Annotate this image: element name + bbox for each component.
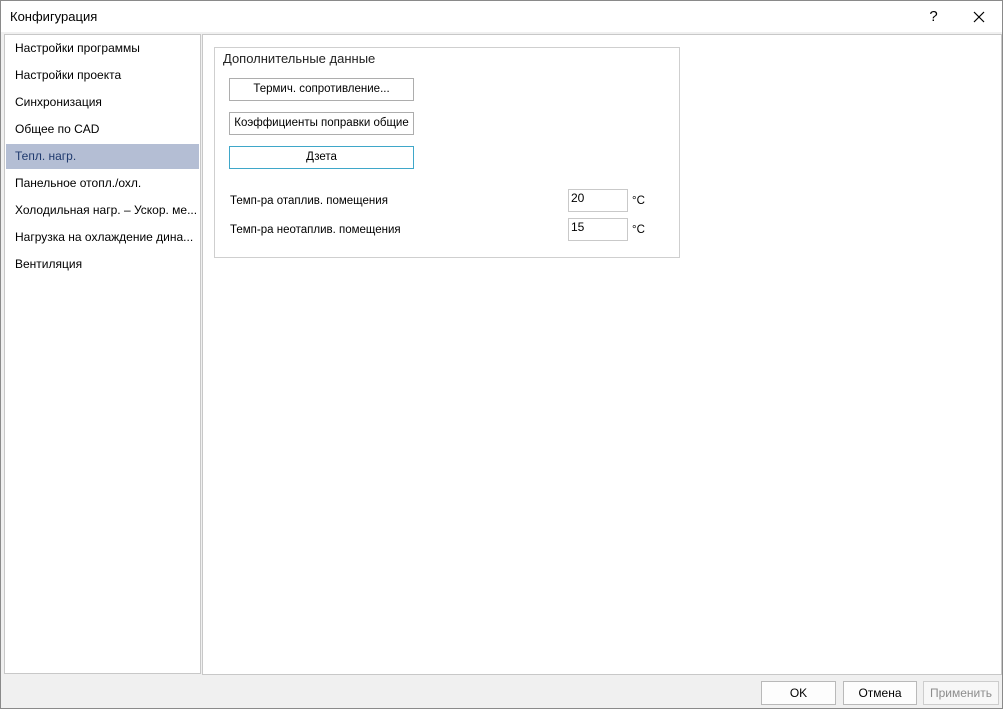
heated-room-temp-unit: °C bbox=[632, 195, 645, 207]
sidebar-item-project-settings[interactable]: Настройки проекта bbox=[6, 63, 199, 88]
sidebar: Настройки программы Настройки проекта Си… bbox=[4, 34, 201, 674]
zeta-button[interactable]: Дзета bbox=[229, 146, 414, 169]
unheated-room-temp-unit: °C bbox=[632, 224, 645, 236]
sidebar-item-synchronization[interactable]: Синхронизация bbox=[6, 90, 199, 115]
title-bar: Конфигурация ? bbox=[1, 1, 1002, 32]
additional-data-group: Дополнительные данные Термич. сопротивле… bbox=[214, 47, 680, 258]
thermal-resistance-button[interactable]: Термич. сопротивление... bbox=[229, 78, 414, 101]
sidebar-item-cooling-load-accelerated[interactable]: Холодильная нагр. – Ускор. ме... bbox=[6, 198, 199, 223]
group-title: Дополнительные данные bbox=[223, 51, 376, 66]
close-icon bbox=[973, 11, 984, 22]
unheated-room-temp-input[interactable]: 15 bbox=[568, 218, 628, 241]
help-button[interactable]: ? bbox=[911, 1, 956, 32]
sidebar-item-program-settings[interactable]: Настройки программы bbox=[6, 36, 199, 61]
heated-room-temp-label: Темп-ра отаплив. помещения bbox=[230, 195, 388, 207]
sidebar-item-dynamic-cooling-load[interactable]: Нагрузка на охлаждение дина... bbox=[6, 225, 199, 250]
help-icon: ? bbox=[929, 8, 938, 25]
unheated-room-temp-label: Темп-ра неотаплив. помещения bbox=[230, 224, 401, 236]
settings-panel: Дополнительные данные Термич. сопротивле… bbox=[202, 34, 1002, 675]
close-button[interactable] bbox=[956, 1, 1001, 32]
apply-button[interactable]: Применить bbox=[923, 681, 999, 705]
heated-room-temp-input[interactable]: 20 bbox=[568, 189, 628, 212]
ok-button[interactable]: OK bbox=[761, 681, 836, 705]
cancel-button[interactable]: Отмена bbox=[843, 681, 917, 705]
sidebar-item-cad-general[interactable]: Общее по CAD bbox=[6, 117, 199, 142]
dialog-title: Конфигурация bbox=[10, 9, 98, 24]
correction-factors-button[interactable]: Коэффициенты поправки общие bbox=[229, 112, 414, 135]
configuration-dialog: Конфигурация ? Настройки программы Настр… bbox=[0, 0, 1003, 709]
sidebar-item-panel-heating[interactable]: Панельное отопл./охл. bbox=[6, 171, 199, 196]
sidebar-item-heat-load[interactable]: Тепл. нагр. bbox=[6, 144, 199, 169]
sidebar-item-ventilation[interactable]: Вентиляция bbox=[6, 252, 199, 277]
